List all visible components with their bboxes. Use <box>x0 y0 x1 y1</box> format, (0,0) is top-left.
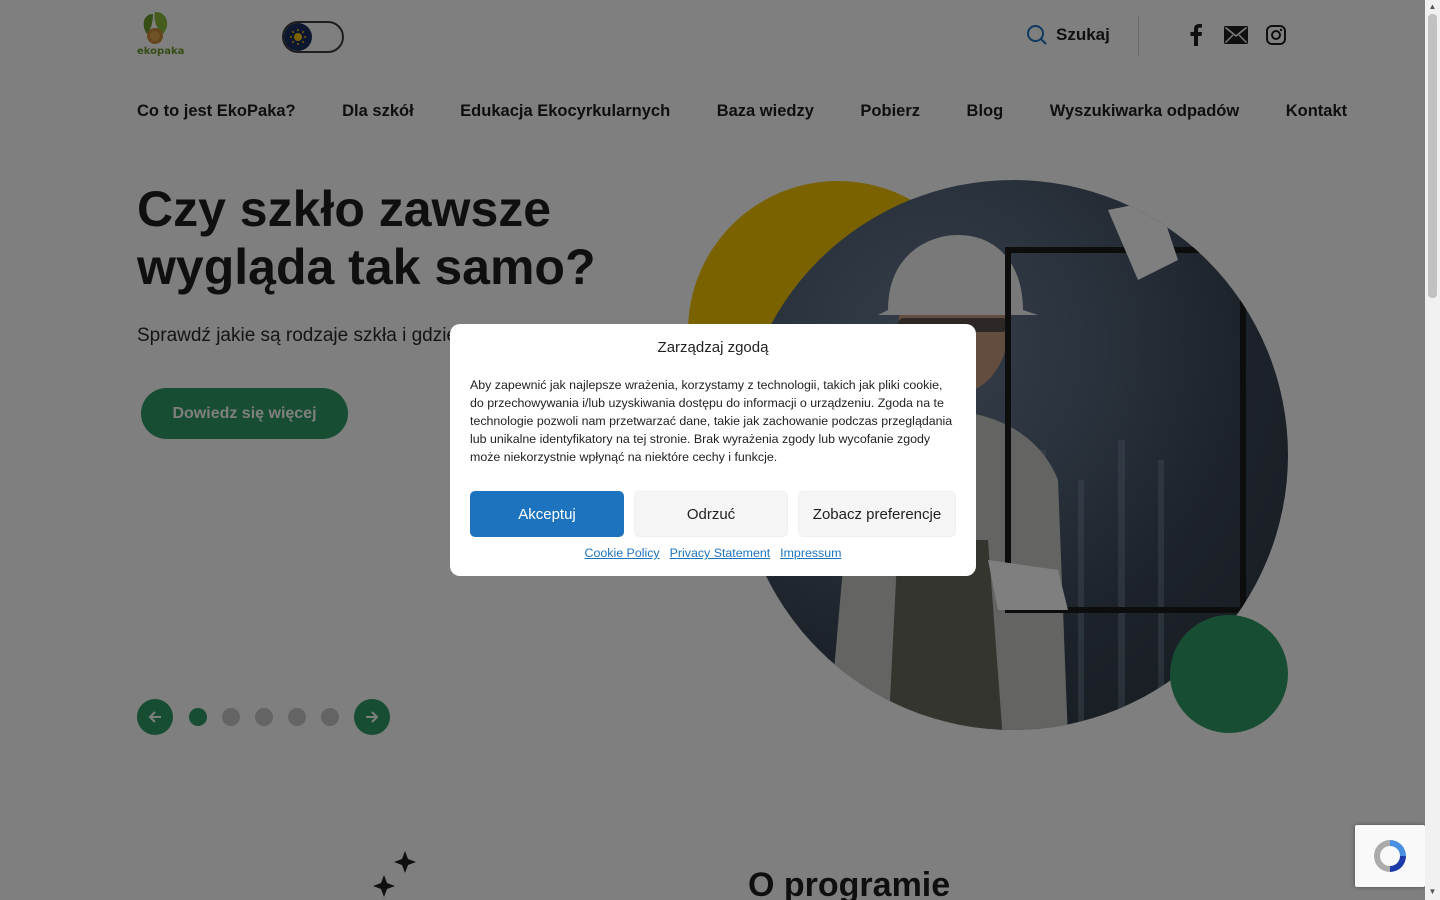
scrollbar-thumb[interactable] <box>1428 14 1437 298</box>
impressum-link[interactable]: Impressum <box>780 546 841 560</box>
cookie-consent-dialog: Zarządzaj zgodą Aby zapewnić jak najleps… <box>450 324 976 576</box>
accept-button[interactable]: Akceptuj <box>470 491 624 537</box>
scroll-up-icon[interactable]: ▲ <box>1428 2 1437 11</box>
consent-links: Cookie Policy Privacy Statement Impressu… <box>450 546 976 560</box>
consent-text: Aby zapewnić jak najlepsze wrażenia, kor… <box>470 378 953 464</box>
scroll-down-icon[interactable]: ▼ <box>1428 887 1437 896</box>
privacy-statement-link[interactable]: Privacy Statement <box>670 546 771 560</box>
page-scrollbar[interactable]: ▲ ▼ <box>1425 0 1440 900</box>
view-preferences-button[interactable]: Zobacz preferencje <box>798 491 956 537</box>
page: ekopaka Szukaj <box>0 0 1425 900</box>
cookie-policy-link[interactable]: Cookie Policy <box>585 546 660 560</box>
consent-title: Zarządzaj zgodą <box>657 339 769 356</box>
recaptcha-icon <box>1374 840 1406 872</box>
deny-button[interactable]: Odrzuć <box>634 491 788 537</box>
recaptcha-badge[interactable] <box>1355 825 1425 887</box>
